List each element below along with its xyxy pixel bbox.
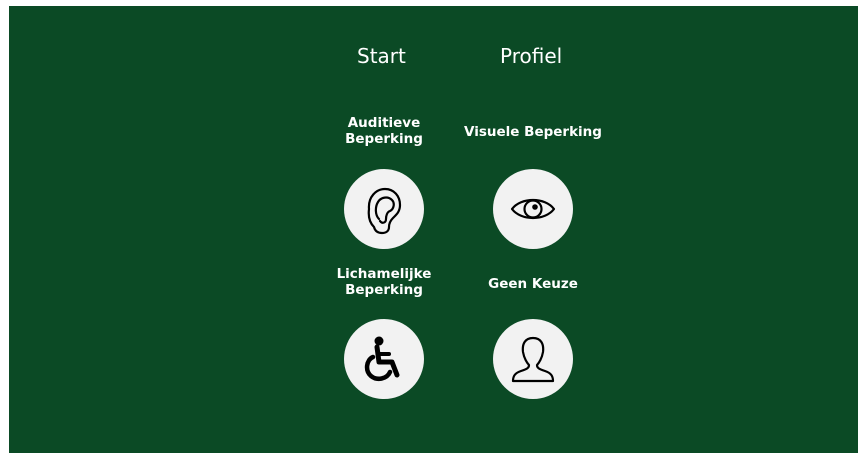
nav-profile[interactable]: Profiel [500,44,562,68]
option-label-visual: Visuele Beperking [464,124,602,140]
eye-icon [510,198,556,220]
app-frame: Start Profiel Auditieve Beperking Visuel… [9,6,858,453]
person-icon [511,336,555,383]
physical-option-button[interactable] [344,319,424,399]
nav-start[interactable]: Start [357,44,406,68]
option-label-none: Geen Keuze [488,276,578,292]
visual-option-button[interactable] [493,169,573,249]
auditory-option-button[interactable] [344,169,424,249]
no-choice-option-button[interactable] [493,319,573,399]
ear-icon [367,187,402,235]
wheelchair-icon [364,336,400,382]
